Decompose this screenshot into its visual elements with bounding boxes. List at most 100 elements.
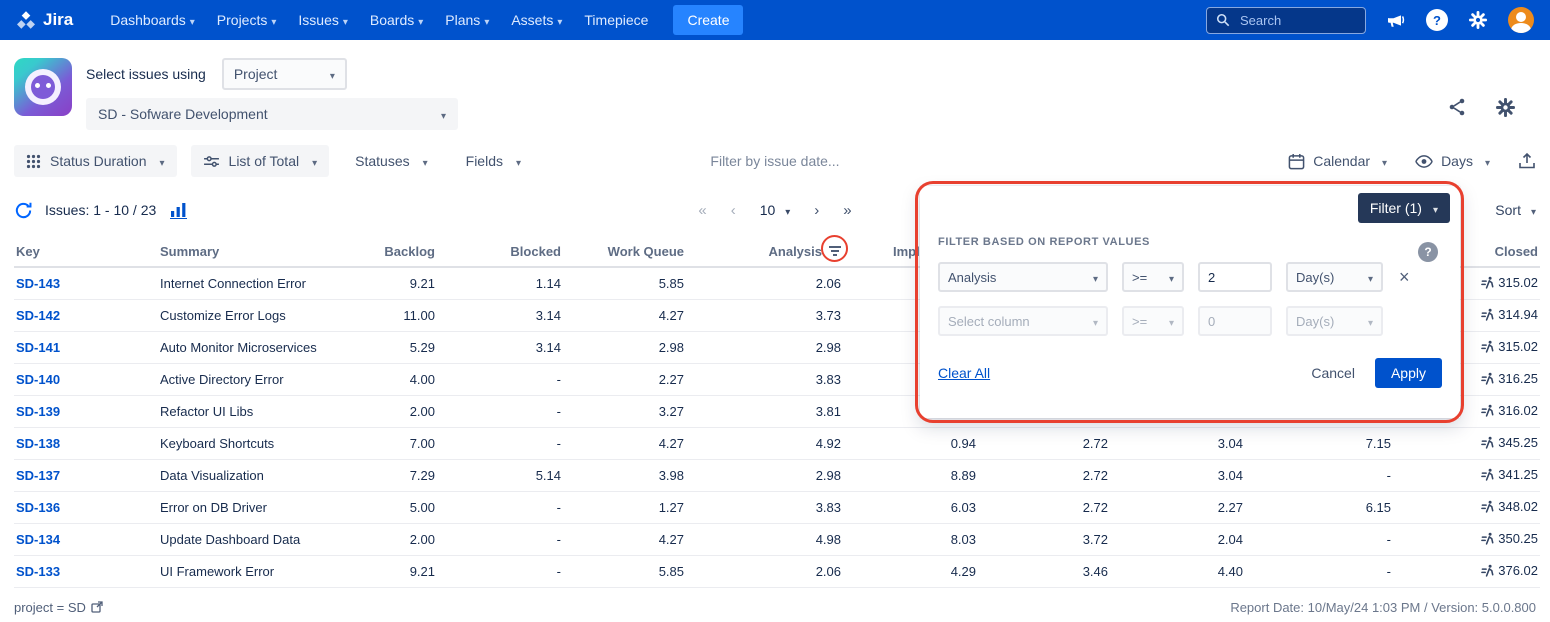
global-search[interactable] — [1206, 7, 1366, 34]
filter-column-select[interactable]: Analysis — [938, 262, 1108, 292]
first-page-button[interactable]: « — [698, 202, 706, 219]
col-header-work-queue[interactable]: Work Queue — [563, 238, 686, 267]
announcements-icon[interactable] — [1386, 11, 1406, 29]
calendar-select[interactable]: Calendar — [1288, 153, 1387, 170]
duration-cell: 4.00 — [324, 363, 437, 395]
issue-key-cell[interactable]: SD-142 — [14, 299, 158, 331]
duration-cell: 350.25 — [1393, 523, 1540, 555]
help-icon[interactable]: ? — [1426, 9, 1448, 31]
sprint-icon — [1481, 532, 1494, 545]
create-button[interactable]: Create — [673, 5, 743, 35]
closed-value: 348.02 — [1498, 499, 1538, 514]
sort-button[interactable]: Sort — [1495, 202, 1536, 218]
duration-cell: 2.27 — [1110, 491, 1245, 523]
report-toolbar: Status Duration List of Total Statuses F… — [0, 140, 1550, 182]
share-icon[interactable] — [1447, 97, 1467, 117]
last-page-button[interactable]: » — [843, 202, 851, 219]
issue-key-cell[interactable]: SD-133 — [14, 555, 158, 587]
nav-assets[interactable]: Assets — [511, 12, 562, 28]
filter-row-2: Select column >= Day(s) — [938, 306, 1442, 336]
issue-key-link[interactable]: SD-138 — [16, 436, 60, 451]
duration-cell: - — [437, 491, 563, 523]
time-unit-select[interactable]: Days — [1415, 153, 1490, 169]
filter-unit-select[interactable]: Day(s) — [1286, 262, 1383, 292]
filter-value-input-disabled[interactable] — [1198, 306, 1272, 336]
issue-key-cell[interactable]: SD-141 — [14, 331, 158, 363]
issue-key-cell[interactable]: SD-140 — [14, 363, 158, 395]
view-mode-select[interactable]: List of Total — [191, 145, 330, 177]
col-header-key[interactable]: Key — [14, 238, 158, 267]
issue-key-cell[interactable]: SD-138 — [14, 427, 158, 459]
issue-key-cell[interactable]: SD-134 — [14, 523, 158, 555]
apply-button[interactable]: Apply — [1375, 358, 1442, 388]
nav-issues[interactable]: Issues — [298, 12, 348, 28]
duration-cell: 376.02 — [1393, 555, 1540, 587]
duration-cell: 5.29 — [324, 331, 437, 363]
nav-plans[interactable]: Plans — [445, 12, 489, 28]
fields-select[interactable]: Fields — [454, 145, 533, 177]
page-size-select[interactable]: 10 — [760, 202, 791, 218]
cancel-button[interactable]: Cancel — [1311, 365, 1355, 381]
col-header-analysis[interactable]: Analysis — [686, 238, 843, 267]
next-page-button[interactable]: › — [814, 202, 819, 219]
search-input[interactable] — [1238, 12, 1350, 29]
prev-page-button[interactable]: ‹ — [731, 202, 736, 219]
filter-button[interactable]: Filter (1) — [1358, 193, 1450, 223]
nav-dashboards[interactable]: Dashboards — [110, 12, 195, 28]
issue-key-link[interactable]: SD-134 — [16, 532, 60, 547]
clear-all-link[interactable]: Clear All — [938, 365, 990, 381]
settings-gear-icon[interactable] — [1468, 10, 1488, 30]
issue-key-link[interactable]: SD-133 — [16, 564, 60, 579]
calendar-label: Calendar — [1313, 153, 1370, 169]
filter-column-select-disabled[interactable]: Select column — [938, 306, 1108, 336]
issue-key-cell[interactable]: SD-137 — [14, 459, 158, 491]
nav-projects[interactable]: Projects — [217, 12, 277, 28]
nav-timepiece[interactable]: Timepiece — [584, 12, 648, 28]
duration-cell: - — [437, 555, 563, 587]
col-header-backlog[interactable]: Backlog — [324, 238, 437, 267]
duration-cell: 5.14 — [437, 459, 563, 491]
project-select[interactable]: SD - Sofware Development — [86, 98, 458, 130]
col-header-blocked[interactable]: Blocked — [437, 238, 563, 267]
issue-key-link[interactable]: SD-143 — [16, 276, 60, 291]
col-header-summary[interactable]: Summary — [158, 238, 324, 267]
duration-cell: - — [1245, 555, 1393, 587]
column-filter-icon[interactable] — [829, 244, 841, 259]
jira-logo[interactable]: Jira — [16, 10, 73, 30]
remove-filter-icon[interactable]: × — [1399, 268, 1410, 286]
closed-value: 314.94 — [1498, 307, 1538, 322]
closed-value: 376.02 — [1498, 563, 1538, 578]
user-avatar[interactable] — [1508, 7, 1534, 33]
filter-operator-select[interactable]: >= — [1122, 262, 1184, 292]
issue-source-select[interactable]: Project — [222, 58, 347, 90]
chevron-down-icon — [781, 202, 790, 218]
issue-key-cell[interactable]: SD-143 — [14, 267, 158, 299]
filter-unit-select-disabled[interactable]: Day(s) — [1286, 306, 1383, 336]
issue-key-link[interactable]: SD-139 — [16, 404, 60, 419]
jql-link[interactable]: project = SD — [14, 600, 103, 615]
report-type-value: Status Duration — [50, 153, 147, 169]
issue-key-link[interactable]: SD-140 — [16, 372, 60, 387]
duration-cell: 2.06 — [686, 555, 843, 587]
issue-summary-cell: Auto Monitor Microservices — [158, 331, 324, 363]
nav-boards[interactable]: Boards — [370, 12, 423, 28]
filter-column-value: Analysis — [948, 270, 996, 285]
duration-cell: 7.00 — [324, 427, 437, 459]
issue-key-link[interactable]: SD-142 — [16, 308, 60, 323]
chevron-down-icon — [1089, 270, 1098, 285]
duration-cell: 4.40 — [1110, 555, 1245, 587]
issue-key-cell[interactable]: SD-136 — [14, 491, 158, 523]
issue-key-link[interactable]: SD-141 — [16, 340, 60, 355]
table-row: SD-133UI Framework Error9.21-5.852.064.2… — [14, 555, 1540, 587]
issue-key-cell[interactable]: SD-139 — [14, 395, 158, 427]
filter-operator-select-disabled[interactable]: >= — [1122, 306, 1184, 336]
filter-value-input[interactable] — [1198, 262, 1272, 292]
duration-cell: 2.98 — [686, 459, 843, 491]
issue-key-link[interactable]: SD-137 — [16, 468, 60, 483]
filter-help-icon[interactable]: ? — [1418, 242, 1438, 262]
report-settings-gear-icon[interactable] — [1495, 97, 1516, 118]
issue-key-link[interactable]: SD-136 — [16, 500, 60, 515]
export-icon[interactable] — [1518, 152, 1536, 170]
statuses-select[interactable]: Statuses — [343, 145, 440, 177]
report-type-select[interactable]: Status Duration — [14, 145, 177, 177]
